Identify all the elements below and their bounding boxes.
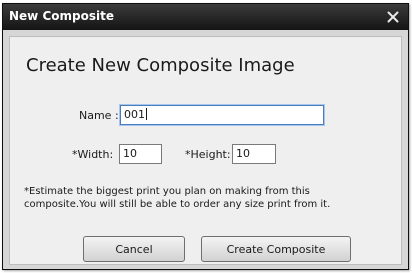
window-title: New Composite	[9, 9, 114, 23]
dialog-content: Create New Composite Image Name : 001 *W…	[9, 36, 402, 265]
create-composite-button[interactable]: Create Composite	[201, 236, 351, 262]
name-label: Name :	[79, 109, 119, 122]
width-input[interactable]: 10	[119, 144, 162, 164]
estimate-note: *Estimate the biggest print you plan on …	[24, 185, 394, 211]
close-icon	[387, 11, 399, 22]
close-button[interactable]	[382, 6, 404, 27]
new-composite-dialog: New Composite Create New Composite Image…	[2, 3, 409, 270]
name-value: 001	[124, 108, 145, 121]
width-label: *Width:	[72, 148, 114, 161]
title-bar[interactable]: New Composite	[3, 4, 408, 30]
note-line-1: *Estimate the biggest print you plan on …	[24, 186, 310, 197]
height-input[interactable]: 10	[232, 144, 276, 164]
cancel-button[interactable]: Cancel	[83, 236, 185, 262]
name-input[interactable]: 001	[120, 105, 324, 125]
dialog-heading: Create New Composite Image	[26, 55, 295, 76]
note-line-2: composite.You will still be able to orde…	[24, 199, 331, 210]
height-label: *Height:	[185, 148, 231, 161]
text-caret	[146, 108, 147, 120]
